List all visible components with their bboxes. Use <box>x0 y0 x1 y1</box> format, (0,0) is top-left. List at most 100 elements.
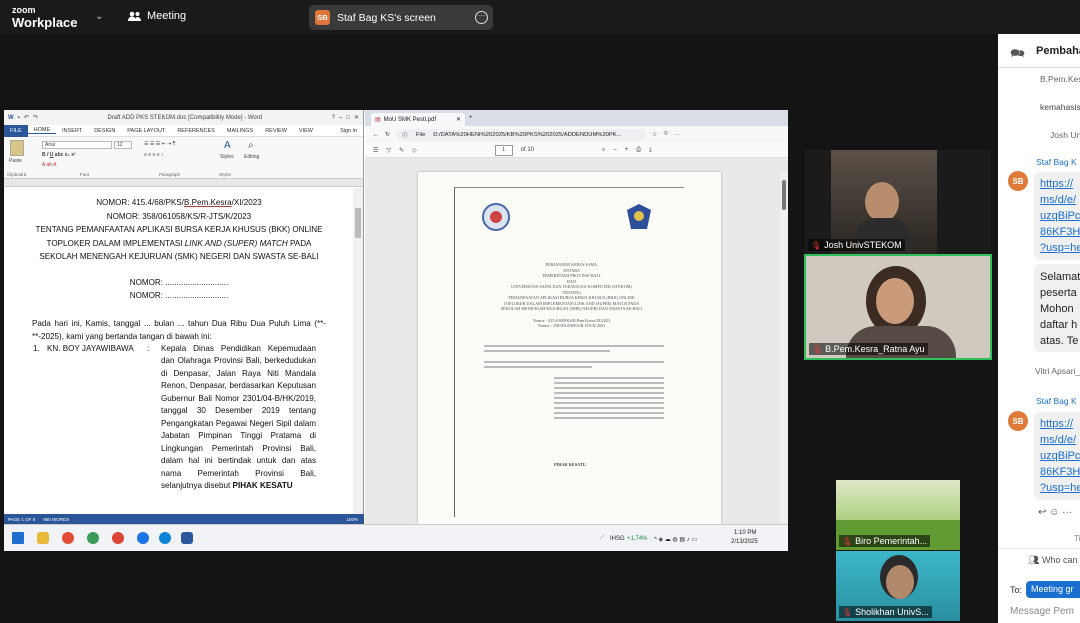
favorite-icon[interactable]: ☆ <box>652 131 657 138</box>
ruler <box>4 179 363 187</box>
chat-link[interactable]: uzqBiPc <box>1040 208 1080 224</box>
video-tile-sholikhan[interactable]: 🎙︎ Sholikhan UnivS... <box>836 551 960 621</box>
screen-share-indicator[interactable]: SB Staf Bag KS's screen ··· <box>309 5 493 30</box>
maximize-icon[interactable]: □ <box>346 115 350 121</box>
video-tile-josh[interactable]: 🎙︎ Josh UnivSTEKOM <box>805 150 991 254</box>
muted-mic-icon: 🎙︎ <box>812 344 823 354</box>
browser-tab[interactable]: ▤ MoU SMK Pesti.pdf ✕ <box>371 113 465 126</box>
url-text: D:/DATA%20HENI%202025/KB%20PKS%202025/AD… <box>433 131 622 138</box>
draw-icon[interactable]: ▽ <box>386 147 391 154</box>
reaction-icons[interactable]: ↩ ☺ ··· <box>1038 507 1072 518</box>
chat-link[interactable]: 86KF3H <box>1040 464 1080 480</box>
chevron-down-icon[interactable]: ⌄ <box>95 11 103 22</box>
tab-insert[interactable]: INSERT <box>56 128 88 134</box>
video-tile-ratna[interactable]: 🎙︎ B.Pem.Kesra_Ratna Ayu <box>804 254 992 360</box>
back-icon[interactable]: ← <box>373 132 379 138</box>
font-size-box[interactable]: 12 <box>114 141 132 149</box>
edge-icon[interactable] <box>159 532 171 544</box>
save-icon[interactable]: ▪ <box>18 115 20 121</box>
tab-references[interactable]: REFERENCES <box>171 128 221 134</box>
tab-page-layout[interactable]: PAGE LAYOUT <box>121 128 171 134</box>
doc-title-line-2: TOPLOKER DALAM IMPLEMENTASI LINK AND (SU… <box>46 238 312 248</box>
search-icon[interactable]: ⌕ <box>602 147 605 154</box>
word-scrollbar[interactable] <box>353 188 363 514</box>
pdf-nomor-line: Nomor : 358/061058/KS/R-JTS/K/2023 <box>537 323 606 328</box>
styles-icon[interactable]: A <box>224 140 231 151</box>
tab-view[interactable]: VIEW <box>293 128 319 134</box>
chat-icon: 🗪︎ <box>1010 46 1025 60</box>
more-options-icon[interactable]: ··· <box>475 11 488 24</box>
contents-icon[interactable]: ☰ <box>373 147 378 154</box>
extensions-icon[interactable]: ⟐ <box>663 131 668 138</box>
participants-icon <box>128 11 141 21</box>
tab-review[interactable]: REVIEW <box>259 128 293 134</box>
message-input[interactable]: Message Pem <box>1010 606 1080 622</box>
zoom-out-icon[interactable]: – <box>613 147 616 153</box>
word-count: 950 WORDS <box>43 516 70 522</box>
chat-link[interactable]: ms/d/e/ <box>1040 192 1076 208</box>
doc-party-1: 1. KN. BOY JAYAWIBAWA : Kepala Dinas Pen… <box>4 343 354 493</box>
chrome-icon[interactable] <box>87 532 99 544</box>
chat-link[interactable]: ms/d/e/ <box>1040 432 1076 448</box>
paste-icon[interactable] <box>10 140 24 156</box>
tab-design[interactable]: DESIGN <box>88 128 121 134</box>
chat-link[interactable]: ?usp=he <box>1040 240 1080 256</box>
brand-line-2: Workplace <box>12 15 78 30</box>
chat-link[interactable]: ?usp=he <box>1040 480 1080 496</box>
new-tab-icon[interactable]: + <box>469 115 473 121</box>
party-number: 1. <box>33 343 40 353</box>
page-number-input[interactable]: 1 <box>494 144 513 156</box>
align-icons[interactable]: ≡ ≡ ≡ ≡ ↕ <box>144 152 164 158</box>
tray-icons[interactable]: ^ ◈ ☁ ◍ ▤ ♪ ▭ <box>654 536 697 543</box>
tab-close-icon[interactable]: ✕ <box>456 116 461 123</box>
erase-icon[interactable]: ◇ <box>412 147 417 154</box>
paragraph-icons[interactable]: ☰ ☰ ☰ ⇤ ⇥ ¶ <box>144 141 175 147</box>
chat-link[interactable]: https:// <box>1040 176 1073 192</box>
zoom-app-icon[interactable] <box>137 532 149 544</box>
print-icon[interactable]: ⎙ <box>636 147 641 154</box>
chat-link[interactable]: https:// <box>1040 416 1073 432</box>
close-icon[interactable]: ✕ <box>354 114 359 121</box>
font-name-box[interactable]: Arial <box>42 141 112 149</box>
tab-home[interactable]: HOME <box>27 127 57 134</box>
page-count: PAGE 1 OF 5 <box>8 516 36 522</box>
text-color-icons[interactable]: A ab A <box>42 162 56 168</box>
undo-icon[interactable]: ↶ <box>24 114 29 121</box>
meeting-menu[interactable]: Meeting <box>128 10 186 22</box>
tab-mailings[interactable]: MAILINGS <box>221 128 259 134</box>
redo-icon[interactable]: ↷ <box>33 114 38 121</box>
word-title-bar: W ▪ ↶ ↷ Draft ADD PKS STEKOM.doc [Compat… <box>4 110 363 125</box>
refresh-icon[interactable]: ↻ <box>385 131 390 138</box>
clock-time: 1:10 PM <box>734 530 757 536</box>
menu-icon[interactable]: ··· <box>674 132 680 138</box>
sign-in-link[interactable]: Sign in <box>334 128 363 134</box>
app-icon[interactable] <box>62 532 74 544</box>
word-taskbar-icon[interactable] <box>181 532 193 544</box>
chat-link[interactable]: 86KF3H <box>1040 224 1080 240</box>
file-explorer-icon[interactable] <box>37 532 49 544</box>
meeting-label: Meeting <box>147 10 187 22</box>
minimize-icon[interactable]: – <box>339 115 342 121</box>
highlight-icon[interactable]: ✎ <box>399 147 404 154</box>
save-pdf-icon[interactable]: ⤓ <box>649 147 652 154</box>
help-icon[interactable]: ? <box>332 115 335 121</box>
zoom-in-icon[interactable]: + <box>625 147 629 153</box>
start-icon[interactable] <box>12 532 24 544</box>
doc-title-line-1: TENTANG PEMANFAATAN APLIKASI BURSA KERJA… <box>35 225 323 234</box>
recipient-selector[interactable]: Meeting gr <box>1026 581 1080 598</box>
pdf-scrollbar[interactable] <box>780 172 788 524</box>
video-tile-biro[interactable]: 🎙︎ Biro Pemerintah... <box>836 480 960 550</box>
address-bar[interactable]: ⓘ File D:/DATA%20HENI%202025/KB%20PKS%20… <box>396 128 647 141</box>
browser-icon[interactable] <box>112 532 124 544</box>
doc-opening-paragraph: Pada hari ini, Kamis, tanggal ... bulan … <box>32 318 326 341</box>
pdf-page[interactable]: PERJANJIAN KERJA SAMA ANTARA PEMERINTAH … <box>418 172 721 524</box>
tab-file[interactable]: FILE <box>4 124 28 137</box>
who-can-see[interactable]: 👥︎ Who can <box>1028 555 1077 566</box>
chat-link[interactable]: uzqBiPc <box>1040 448 1080 464</box>
bold-italic-underline-icons[interactable]: B I U abc x₂ x² <box>42 152 76 158</box>
word-document-page[interactable]: NOMOR: 415.4/68/PKS/B.Pem.Kesra/XI/2023 … <box>4 188 354 514</box>
find-icon[interactable]: ⌕ <box>248 140 254 151</box>
zoom-level[interactable]: 100% <box>346 517 358 522</box>
font-group-label: Font <box>80 172 90 177</box>
message-sender: Staf Bag K <box>1036 157 1077 167</box>
